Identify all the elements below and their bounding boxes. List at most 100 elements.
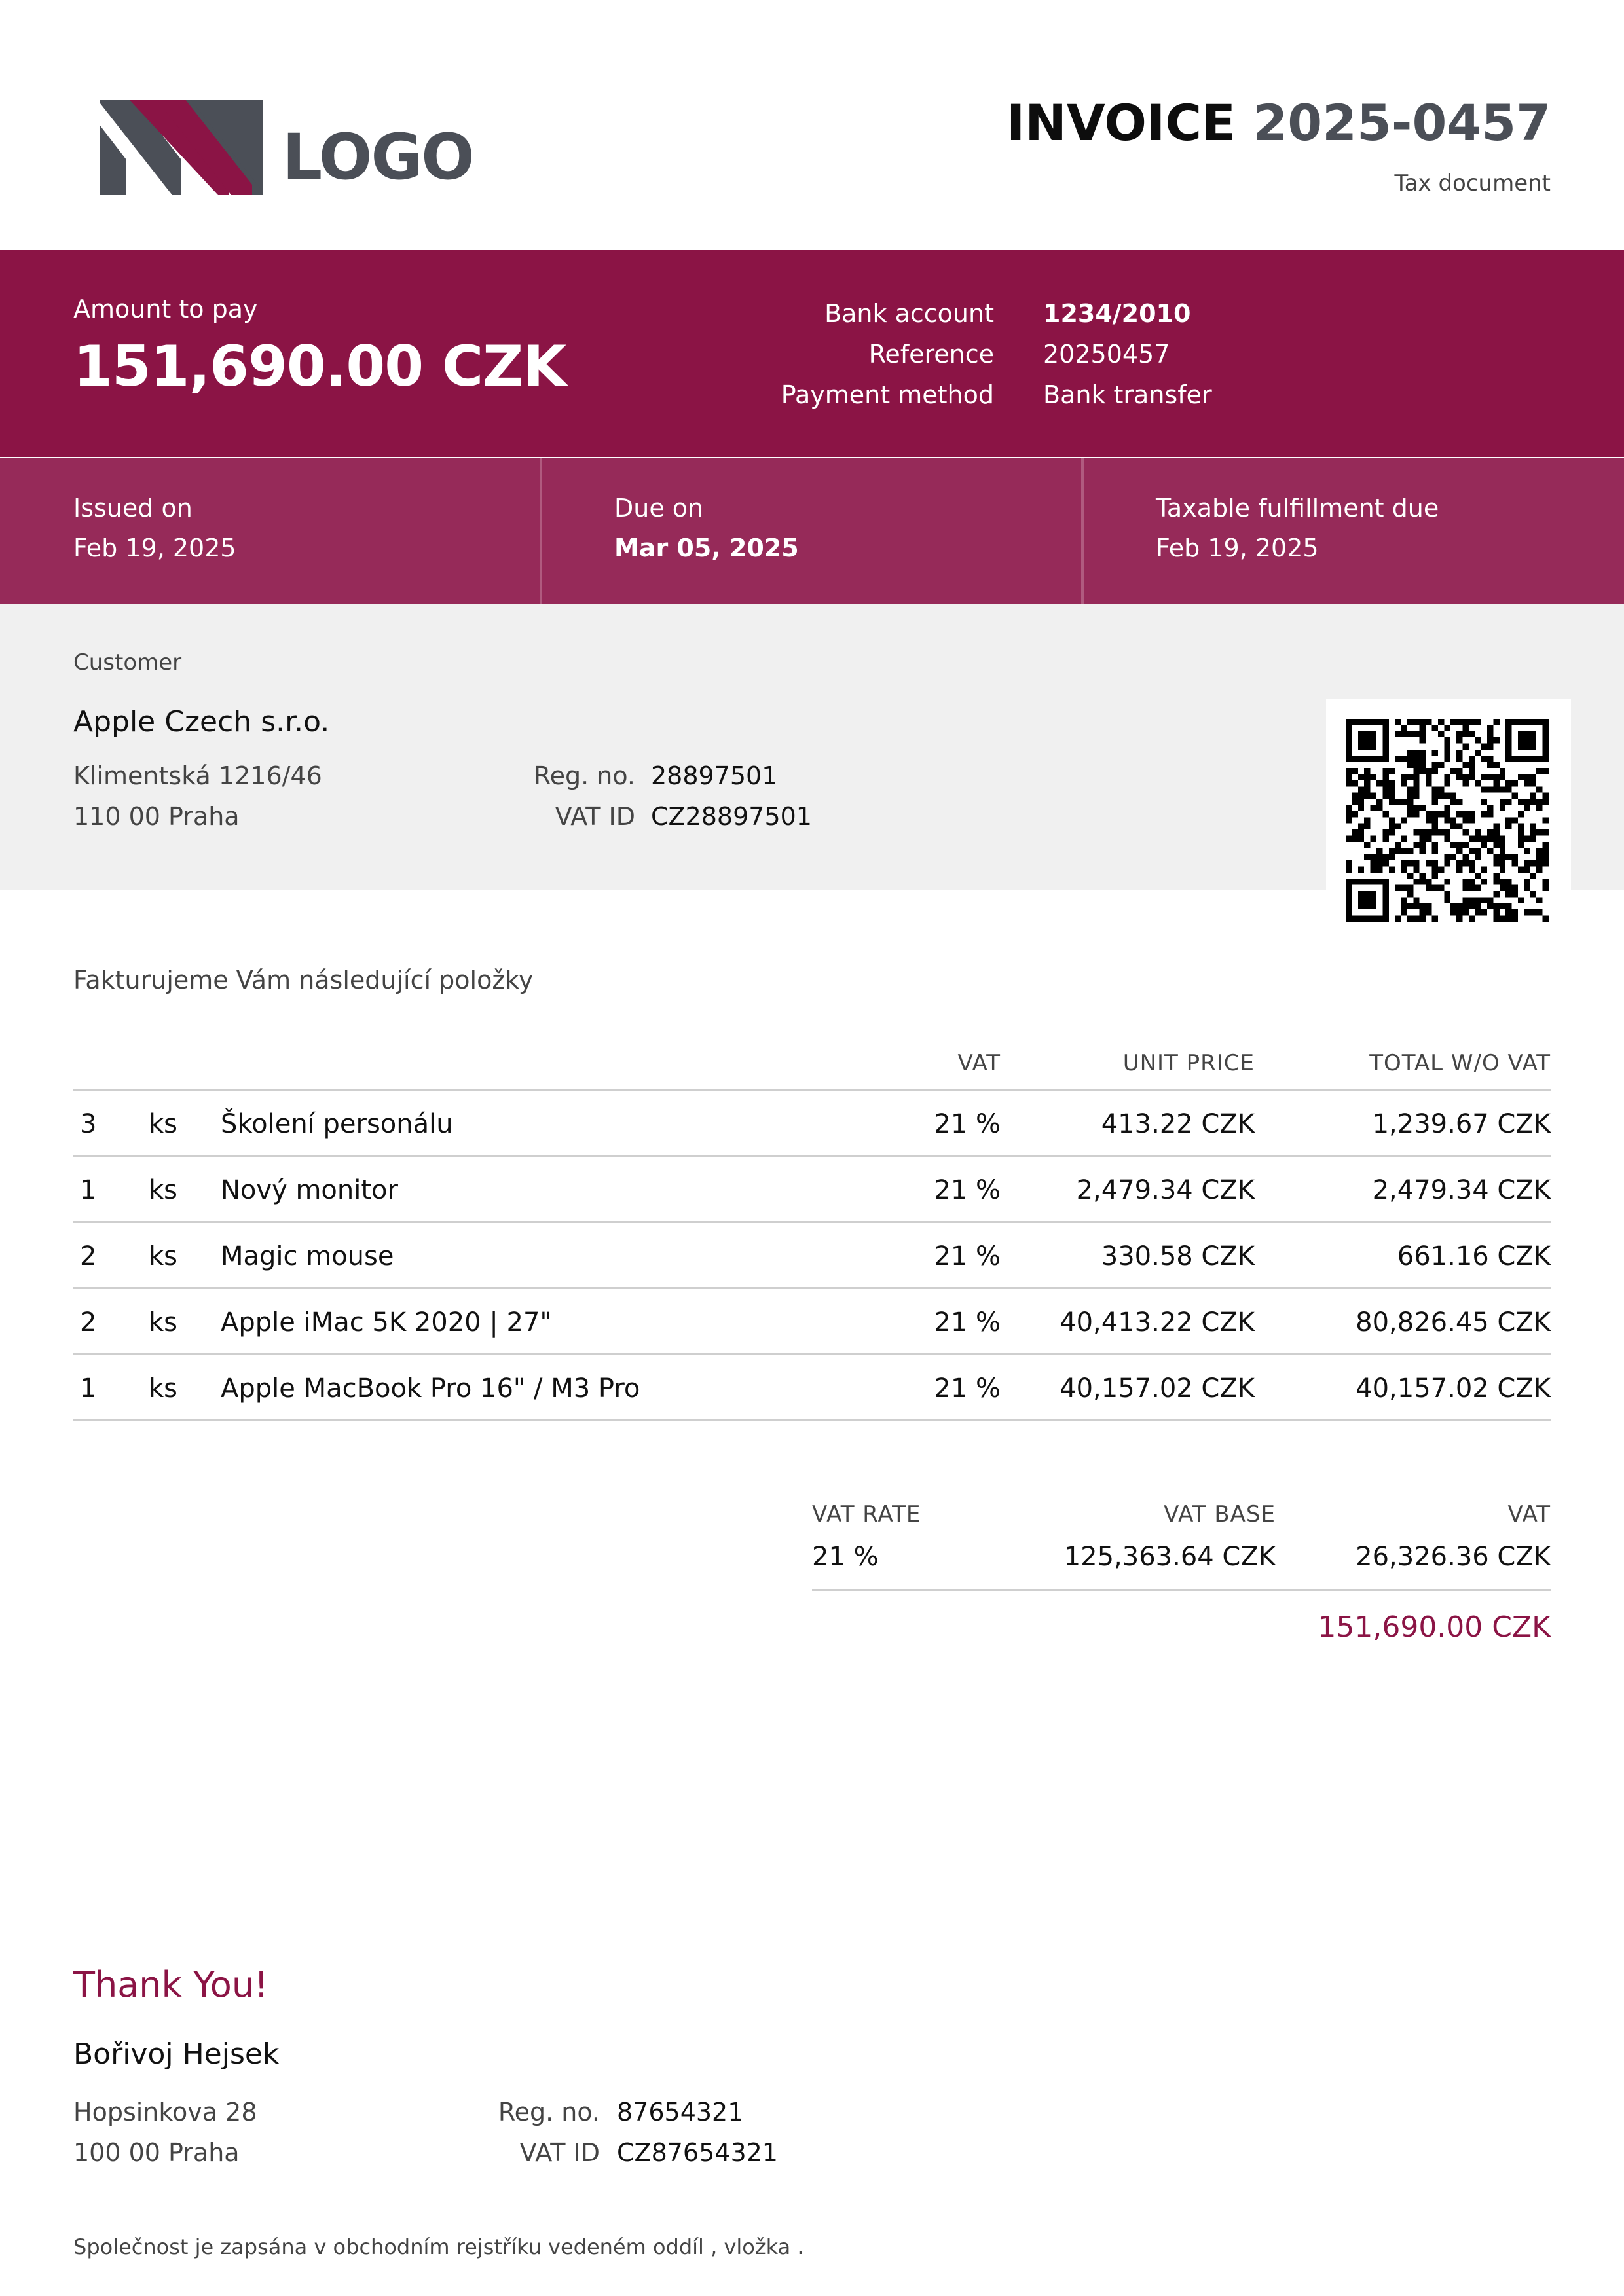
item-unit-price: 413.22 CZK [1101,1109,1255,1139]
dates-band: Issued on Feb 19, 2025 Due on Mar 05, 20… [0,458,1624,604]
supplier-city: 100 00 Praha [73,2138,240,2167]
invoice-title: INVOICE 2025-0457 [1006,98,1551,148]
item-name: Školení personálu [221,1109,453,1139]
customer-label: Customer [73,649,182,676]
payment-qr-code [1326,699,1571,931]
bank-account-label: Bank account [824,299,994,328]
item-name: Magic mouse [221,1241,394,1271]
customer-street: Klimentská 1216/46 [73,761,322,790]
due-label: Due on [614,494,704,522]
items-table: VAT UNIT PRICE TOTAL W/O VAT 3 ks Školen… [73,1034,1551,1421]
payment-method-value: Bank transfer [1043,380,1212,409]
logo-text: LOGO [282,120,475,194]
item-unit-price: 330.58 CZK [1101,1241,1255,1271]
customer-id-labels: Reg. no. VAT ID [504,756,635,837]
item-unit: ks [149,1307,178,1338]
item-name: Nový monitor [221,1175,398,1205]
invoice-number: 2025-0457 [1253,94,1551,152]
payment-band: Amount to pay 151,690.00 CZK Bank accoun… [0,250,1624,457]
customer-address: Klimentská 1216/46 110 00 Praha [73,756,322,837]
reference-label: Reference [868,340,994,369]
vat-summary-row: 21 % 125,363.64 CZK 26,326.36 CZK [812,1535,1551,1591]
item-unit-price: 2,479.34 CZK [1076,1175,1255,1205]
item-vat: 21 % [934,1374,1001,1404]
item-qty: 1 [80,1374,97,1404]
item-qty: 1 [80,1175,97,1205]
table-row: 3 ks Školení personálu 21 % 413.22 CZK 1… [73,1091,1551,1157]
due-value: Mar 05, 2025 [614,534,799,562]
item-unit: ks [149,1109,178,1139]
vat-amount: 26,326.36 CZK [1356,1542,1551,1572]
customer-vat-label: VAT ID [555,802,635,831]
table-row: 1 ks Nový monitor 21 % 2,479.34 CZK 2,47… [73,1157,1551,1223]
customer-city: 110 00 Praha [73,802,240,831]
vat-summary-header: VAT RATE VAT BASE VAT [812,1489,1551,1535]
customer-name: Apple Czech s.r.o. [73,705,330,738]
issued-cell: Issued on Feb 19, 2025 [0,458,540,604]
item-unit: ks [149,1241,178,1271]
header-vat: VAT [957,1050,1001,1076]
item-vat: 21 % [934,1175,1001,1205]
payment-values: 1234/2010 20250457 Bank transfer [1043,293,1212,415]
item-qty: 2 [80,1241,97,1271]
supplier-id-values: 87654321 CZ87654321 [617,2092,778,2173]
payment-labels: Bank account Reference Payment method [720,293,994,415]
item-qty: 2 [80,1307,97,1338]
items-intro: Fakturujeme Vám následující položky [73,966,534,994]
item-name: Apple MacBook Pro 16" / M3 Pro [221,1374,640,1404]
header-vat-base: VAT BASE [1164,1501,1276,1527]
grand-total: 151,690.00 CZK [1318,1611,1551,1644]
bank-account-value: 1234/2010 [1043,299,1191,328]
item-total: 1,239.67 CZK [1372,1109,1551,1139]
item-unit: ks [149,1175,178,1205]
supplier-address: Hopsinkova 28 100 00 Praha [73,2092,257,2173]
document-type: Tax document [1394,170,1551,196]
amount-label: Amount to pay [73,295,258,323]
company-logo: LOGO [100,100,475,198]
item-unit: ks [149,1374,178,1404]
item-vat: 21 % [934,1109,1001,1139]
item-unit-price: 40,157.02 CZK [1060,1374,1255,1404]
item-total: 80,826.45 CZK [1356,1307,1551,1338]
item-total: 40,157.02 CZK [1356,1374,1551,1404]
supplier-vat-label: VAT ID [519,2138,600,2167]
supplier-id-labels: Reg. no. VAT ID [469,2092,600,2173]
logo-mark-icon [100,100,263,195]
item-vat: 21 % [934,1241,1001,1271]
item-name: Apple iMac 5K 2020 | 27" [221,1307,552,1338]
supplier-reg-label: Reg. no. [498,2098,600,2126]
registry-note: Společnost je zapsána v obchodním rejstř… [73,2234,804,2259]
item-total: 2,479.34 CZK [1372,1175,1551,1205]
thank-you-heading: Thank You! [73,1964,268,2005]
header-total: TOTAL W/O VAT [1369,1050,1551,1076]
header-vat-amount: VAT [1507,1501,1551,1527]
payment-method-label: Payment method [781,380,994,409]
amount-value: 151,690.00 CZK [73,334,566,399]
issued-value: Feb 19, 2025 [73,534,236,562]
item-total: 661.16 CZK [1397,1241,1551,1271]
header-unit-price: UNIT PRICE [1122,1050,1255,1076]
customer-id-values: 28897501 CZ28897501 [651,756,812,837]
header-vat-rate: VAT RATE [812,1501,921,1527]
qr-code-icon [1346,719,1549,922]
due-cell: Due on Mar 05, 2025 [542,458,1082,604]
item-qty: 3 [80,1109,97,1139]
table-row: 2 ks Apple iMac 5K 2020 | 27" 21 % 40,41… [73,1289,1551,1355]
item-vat: 21 % [934,1307,1001,1338]
customer-reg-value: 28897501 [651,761,778,790]
items-table-header: VAT UNIT PRICE TOTAL W/O VAT [73,1034,1551,1091]
taxable-value: Feb 19, 2025 [1156,534,1319,562]
vat-base: 125,363.64 CZK [1063,1542,1276,1572]
reference-value: 20250457 [1043,340,1170,369]
table-row: 1 ks Apple MacBook Pro 16" / M3 Pro 21 %… [73,1355,1551,1421]
invoice-title-word: INVOICE [1006,94,1236,152]
taxable-cell: Taxable fulfillment due Feb 19, 2025 [1084,458,1624,604]
supplier-reg-value: 87654321 [617,2098,744,2126]
supplier-street: Hopsinkova 28 [73,2098,257,2126]
table-row: 2 ks Magic mouse 21 % 330.58 CZK 661.16 … [73,1223,1551,1289]
supplier-name: Bořivoj Hejsek [73,2037,280,2071]
item-unit-price: 40,413.22 CZK [1060,1307,1255,1338]
issued-label: Issued on [73,494,193,522]
vat-summary: VAT RATE VAT BASE VAT 21 % 125,363.64 CZ… [812,1489,1551,1591]
vat-rate: 21 % [812,1542,879,1572]
